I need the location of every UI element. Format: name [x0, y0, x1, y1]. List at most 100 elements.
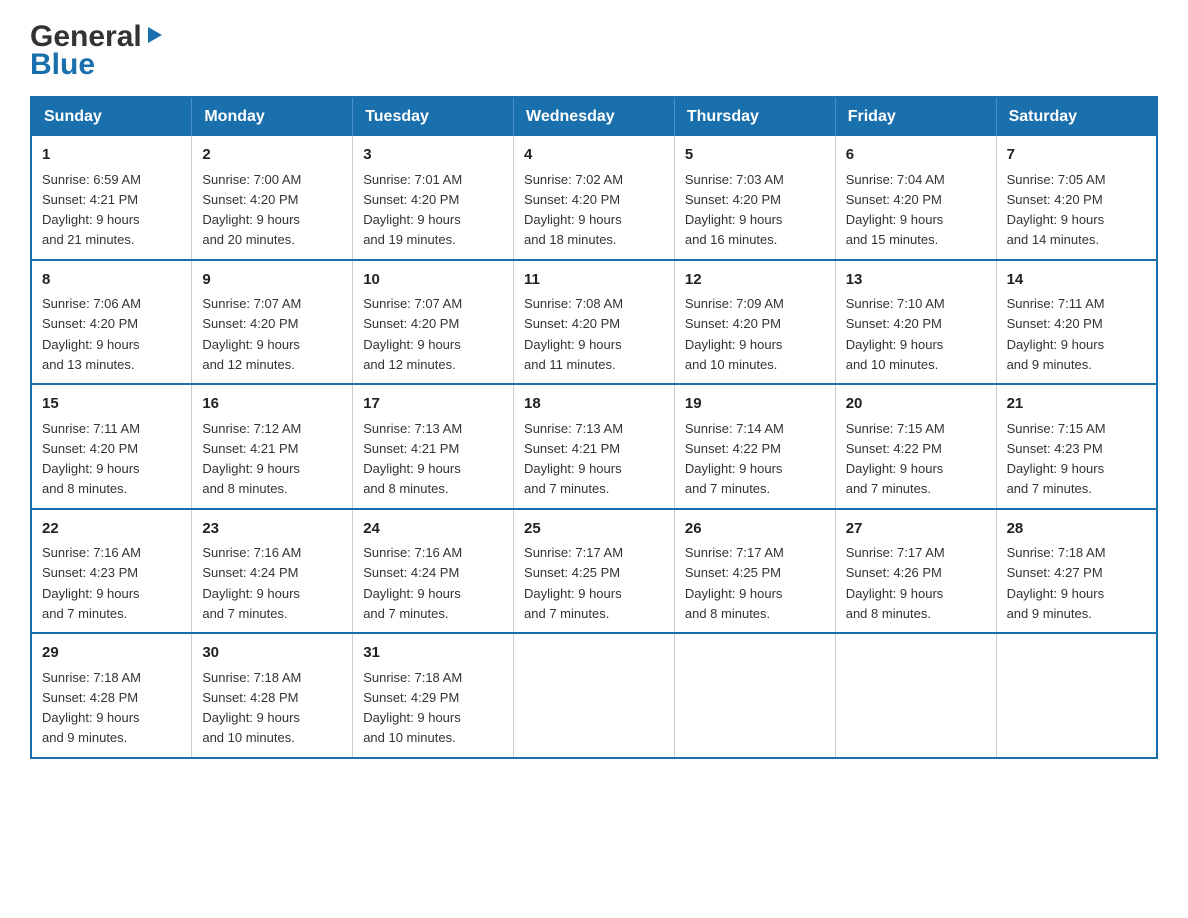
calendar-cell: 22 Sunrise: 7:16 AMSunset: 4:23 PMDaylig… — [31, 509, 192, 634]
weekday-header-wednesday: Wednesday — [514, 97, 675, 136]
calendar-cell: 14 Sunrise: 7:11 AMSunset: 4:20 PMDaylig… — [996, 260, 1157, 385]
day-number: 27 — [846, 518, 986, 541]
calendar-cell — [674, 633, 835, 758]
day-number: 24 — [363, 518, 503, 541]
calendar-cell: 25 Sunrise: 7:17 AMSunset: 4:25 PMDaylig… — [514, 509, 675, 634]
day-number: 1 — [42, 144, 181, 167]
weekday-header-saturday: Saturday — [996, 97, 1157, 136]
logo-triangle-icon — [144, 23, 166, 45]
day-info: Sunrise: 7:13 AMSunset: 4:21 PMDaylight:… — [363, 421, 462, 497]
day-number: 17 — [363, 393, 503, 416]
calendar-week-row: 8 Sunrise: 7:06 AMSunset: 4:20 PMDayligh… — [31, 260, 1157, 385]
day-info: Sunrise: 7:09 AMSunset: 4:20 PMDaylight:… — [685, 296, 784, 372]
day-number: 26 — [685, 518, 825, 541]
calendar-cell: 4 Sunrise: 7:02 AMSunset: 4:20 PMDayligh… — [514, 136, 675, 260]
calendar-cell: 16 Sunrise: 7:12 AMSunset: 4:21 PMDaylig… — [192, 384, 353, 509]
day-info: Sunrise: 7:16 AMSunset: 4:24 PMDaylight:… — [202, 545, 301, 621]
day-info: Sunrise: 7:17 AMSunset: 4:25 PMDaylight:… — [685, 545, 784, 621]
day-number: 19 — [685, 393, 825, 416]
calendar-cell: 15 Sunrise: 7:11 AMSunset: 4:20 PMDaylig… — [31, 384, 192, 509]
calendar-cell: 9 Sunrise: 7:07 AMSunset: 4:20 PMDayligh… — [192, 260, 353, 385]
day-info: Sunrise: 7:05 AMSunset: 4:20 PMDaylight:… — [1007, 172, 1106, 248]
day-number: 2 — [202, 144, 342, 167]
day-number: 6 — [846, 144, 986, 167]
calendar-cell: 29 Sunrise: 7:18 AMSunset: 4:28 PMDaylig… — [31, 633, 192, 758]
calendar-week-row: 22 Sunrise: 7:16 AMSunset: 4:23 PMDaylig… — [31, 509, 1157, 634]
day-info: Sunrise: 7:18 AMSunset: 4:27 PMDaylight:… — [1007, 545, 1106, 621]
day-number: 31 — [363, 642, 503, 665]
day-info: Sunrise: 7:18 AMSunset: 4:29 PMDaylight:… — [363, 670, 462, 746]
day-number: 8 — [42, 269, 181, 292]
day-info: Sunrise: 7:03 AMSunset: 4:20 PMDaylight:… — [685, 172, 784, 248]
day-info: Sunrise: 7:07 AMSunset: 4:20 PMDaylight:… — [363, 296, 462, 372]
day-number: 11 — [524, 269, 664, 292]
calendar-cell — [996, 633, 1157, 758]
day-info: Sunrise: 7:15 AMSunset: 4:22 PMDaylight:… — [846, 421, 945, 497]
calendar-cell — [835, 633, 996, 758]
day-info: Sunrise: 7:11 AMSunset: 4:20 PMDaylight:… — [1007, 296, 1105, 372]
calendar-week-row: 29 Sunrise: 7:18 AMSunset: 4:28 PMDaylig… — [31, 633, 1157, 758]
day-number: 29 — [42, 642, 181, 665]
logo: General Blue — [30, 20, 166, 80]
day-number: 28 — [1007, 518, 1146, 541]
day-number: 13 — [846, 269, 986, 292]
calendar-table: SundayMondayTuesdayWednesdayThursdayFrid… — [30, 96, 1158, 759]
day-info: Sunrise: 7:04 AMSunset: 4:20 PMDaylight:… — [846, 172, 945, 248]
day-number: 3 — [363, 144, 503, 167]
calendar-cell: 30 Sunrise: 7:18 AMSunset: 4:28 PMDaylig… — [192, 633, 353, 758]
day-info: Sunrise: 7:00 AMSunset: 4:20 PMDaylight:… — [202, 172, 301, 248]
calendar-cell: 12 Sunrise: 7:09 AMSunset: 4:20 PMDaylig… — [674, 260, 835, 385]
calendar-week-row: 15 Sunrise: 7:11 AMSunset: 4:20 PMDaylig… — [31, 384, 1157, 509]
day-number: 20 — [846, 393, 986, 416]
calendar-cell: 19 Sunrise: 7:14 AMSunset: 4:22 PMDaylig… — [674, 384, 835, 509]
day-info: Sunrise: 7:08 AMSunset: 4:20 PMDaylight:… — [524, 296, 623, 372]
weekday-header-friday: Friday — [835, 97, 996, 136]
day-number: 23 — [202, 518, 342, 541]
day-info: Sunrise: 7:11 AMSunset: 4:20 PMDaylight:… — [42, 421, 140, 497]
weekday-header-thursday: Thursday — [674, 97, 835, 136]
weekday-header-monday: Monday — [192, 97, 353, 136]
day-info: Sunrise: 7:13 AMSunset: 4:21 PMDaylight:… — [524, 421, 623, 497]
day-info: Sunrise: 7:06 AMSunset: 4:20 PMDaylight:… — [42, 296, 141, 372]
calendar-cell: 28 Sunrise: 7:18 AMSunset: 4:27 PMDaylig… — [996, 509, 1157, 634]
day-info: Sunrise: 7:15 AMSunset: 4:23 PMDaylight:… — [1007, 421, 1106, 497]
calendar-cell: 6 Sunrise: 7:04 AMSunset: 4:20 PMDayligh… — [835, 136, 996, 260]
day-number: 18 — [524, 393, 664, 416]
day-number: 9 — [202, 269, 342, 292]
day-info: Sunrise: 7:14 AMSunset: 4:22 PMDaylight:… — [685, 421, 784, 497]
day-info: Sunrise: 7:02 AMSunset: 4:20 PMDaylight:… — [524, 172, 623, 248]
weekday-header-sunday: Sunday — [31, 97, 192, 136]
day-number: 10 — [363, 269, 503, 292]
day-number: 25 — [524, 518, 664, 541]
calendar-cell: 24 Sunrise: 7:16 AMSunset: 4:24 PMDaylig… — [353, 509, 514, 634]
day-info: Sunrise: 7:12 AMSunset: 4:21 PMDaylight:… — [202, 421, 301, 497]
day-number: 12 — [685, 269, 825, 292]
day-number: 16 — [202, 393, 342, 416]
calendar-cell: 26 Sunrise: 7:17 AMSunset: 4:25 PMDaylig… — [674, 509, 835, 634]
calendar-cell: 13 Sunrise: 7:10 AMSunset: 4:20 PMDaylig… — [835, 260, 996, 385]
day-number: 5 — [685, 144, 825, 167]
calendar-cell: 17 Sunrise: 7:13 AMSunset: 4:21 PMDaylig… — [353, 384, 514, 509]
calendar-cell: 23 Sunrise: 7:16 AMSunset: 4:24 PMDaylig… — [192, 509, 353, 634]
calendar-cell: 11 Sunrise: 7:08 AMSunset: 4:20 PMDaylig… — [514, 260, 675, 385]
logo-blue-text: Blue — [30, 50, 95, 80]
day-info: Sunrise: 7:18 AMSunset: 4:28 PMDaylight:… — [202, 670, 301, 746]
day-info: Sunrise: 7:10 AMSunset: 4:20 PMDaylight:… — [846, 296, 945, 372]
calendar-cell: 7 Sunrise: 7:05 AMSunset: 4:20 PMDayligh… — [996, 136, 1157, 260]
calendar-cell: 20 Sunrise: 7:15 AMSunset: 4:22 PMDaylig… — [835, 384, 996, 509]
day-info: Sunrise: 7:07 AMSunset: 4:20 PMDaylight:… — [202, 296, 301, 372]
day-number: 7 — [1007, 144, 1146, 167]
day-info: Sunrise: 6:59 AMSunset: 4:21 PMDaylight:… — [42, 172, 141, 248]
calendar-cell — [514, 633, 675, 758]
calendar-week-row: 1 Sunrise: 6:59 AMSunset: 4:21 PMDayligh… — [31, 136, 1157, 260]
calendar-cell: 31 Sunrise: 7:18 AMSunset: 4:29 PMDaylig… — [353, 633, 514, 758]
day-info: Sunrise: 7:18 AMSunset: 4:28 PMDaylight:… — [42, 670, 141, 746]
day-info: Sunrise: 7:16 AMSunset: 4:24 PMDaylight:… — [363, 545, 462, 621]
calendar-cell: 10 Sunrise: 7:07 AMSunset: 4:20 PMDaylig… — [353, 260, 514, 385]
day-number: 21 — [1007, 393, 1146, 416]
calendar-cell: 2 Sunrise: 7:00 AMSunset: 4:20 PMDayligh… — [192, 136, 353, 260]
day-info: Sunrise: 7:17 AMSunset: 4:25 PMDaylight:… — [524, 545, 623, 621]
page-header: General Blue — [30, 20, 1158, 80]
calendar-cell: 3 Sunrise: 7:01 AMSunset: 4:20 PMDayligh… — [353, 136, 514, 260]
day-info: Sunrise: 7:16 AMSunset: 4:23 PMDaylight:… — [42, 545, 141, 621]
